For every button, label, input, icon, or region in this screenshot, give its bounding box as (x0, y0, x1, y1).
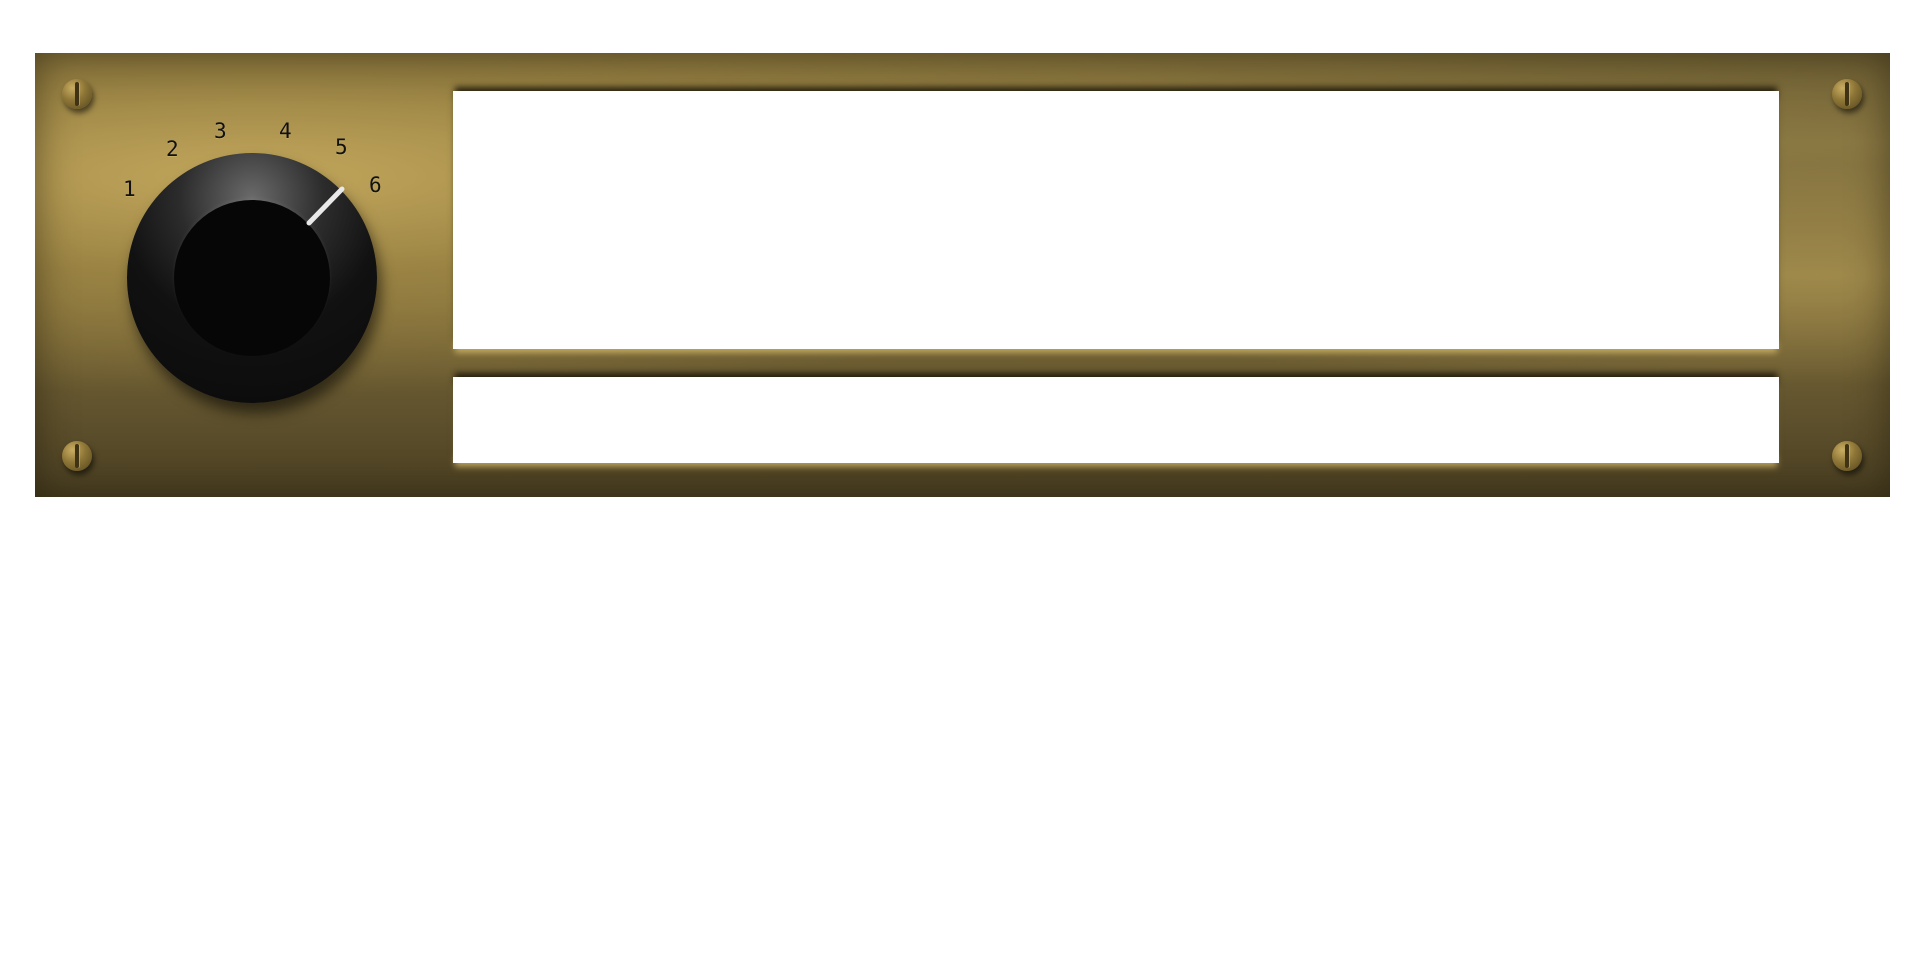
dial-label-4: 4 (279, 119, 292, 143)
screw-icon (62, 79, 92, 109)
dial-label-3: 3 (214, 119, 227, 143)
secondary-display-window (453, 377, 1779, 463)
main-display-window (453, 91, 1779, 349)
screw-icon (1832, 441, 1862, 471)
screw-icon (62, 441, 92, 471)
knob-indicator-icon (306, 186, 345, 226)
radio-panel: 1 2 3 4 5 6 (35, 53, 1890, 497)
screw-icon (1832, 79, 1862, 109)
channel-selector-knob[interactable] (127, 153, 377, 403)
